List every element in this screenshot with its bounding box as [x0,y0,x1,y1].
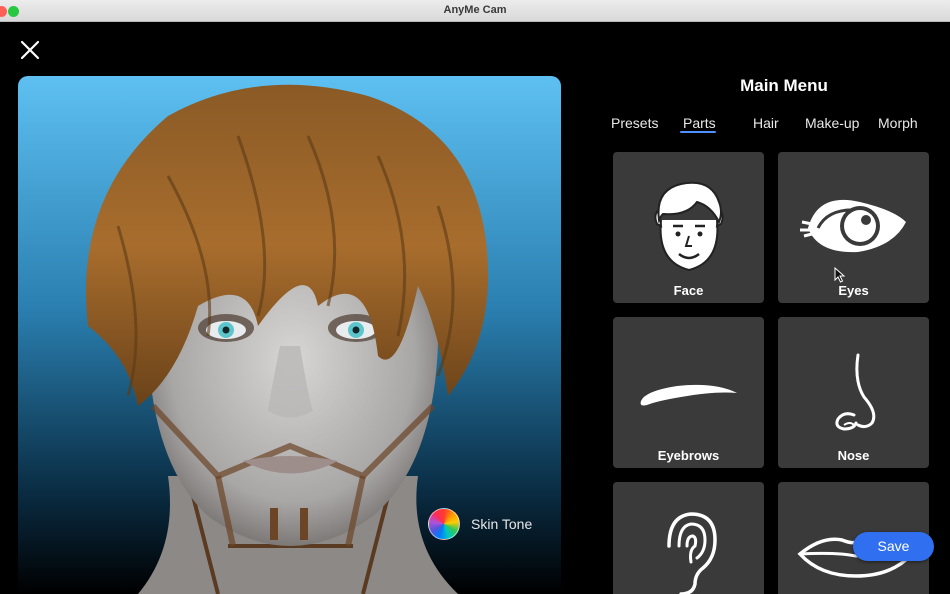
tab-parts[interactable]: Parts [683,115,716,131]
tab-hair[interactable]: Hair [753,115,779,131]
part-tile-eyebrows[interactable]: Eyebrows [613,317,764,468]
eye-icon [798,196,910,256]
tab-presets[interactable]: Presets [611,115,658,131]
window-title: AnyMe Cam [0,4,950,16]
tab-morph[interactable]: Morph [878,115,918,131]
part-tile-label: Face [613,283,764,298]
mouse-cursor-icon [834,267,846,283]
menu-title: Main Menu [620,76,948,96]
skin-tone-label: Skin Tone [471,516,532,532]
part-tile-face[interactable]: Face [613,152,764,303]
close-button[interactable] [19,39,41,61]
skin-tone-button[interactable]: Skin Tone [428,508,532,540]
part-tile-label: Nose [778,448,929,463]
eyebrow-icon [637,379,741,409]
part-tile-label: Eyes [778,283,929,298]
part-tile-label: Eyebrows [613,448,764,463]
close-icon [19,39,41,61]
face-icon [651,180,727,272]
color-wheel-icon [428,508,460,540]
tab-makeup[interactable]: Make-up [805,115,859,131]
window-titlebar: AnyMe Cam [0,0,950,22]
part-tile-nose[interactable]: Nose [778,317,929,468]
part-tile-eyes[interactable]: Eyes [778,152,929,303]
save-button[interactable]: Save [853,532,934,561]
ear-icon [659,510,719,594]
tab-selected-indicator [680,131,716,133]
nose-icon [824,351,884,435]
part-tile-ears[interactable] [613,482,764,594]
